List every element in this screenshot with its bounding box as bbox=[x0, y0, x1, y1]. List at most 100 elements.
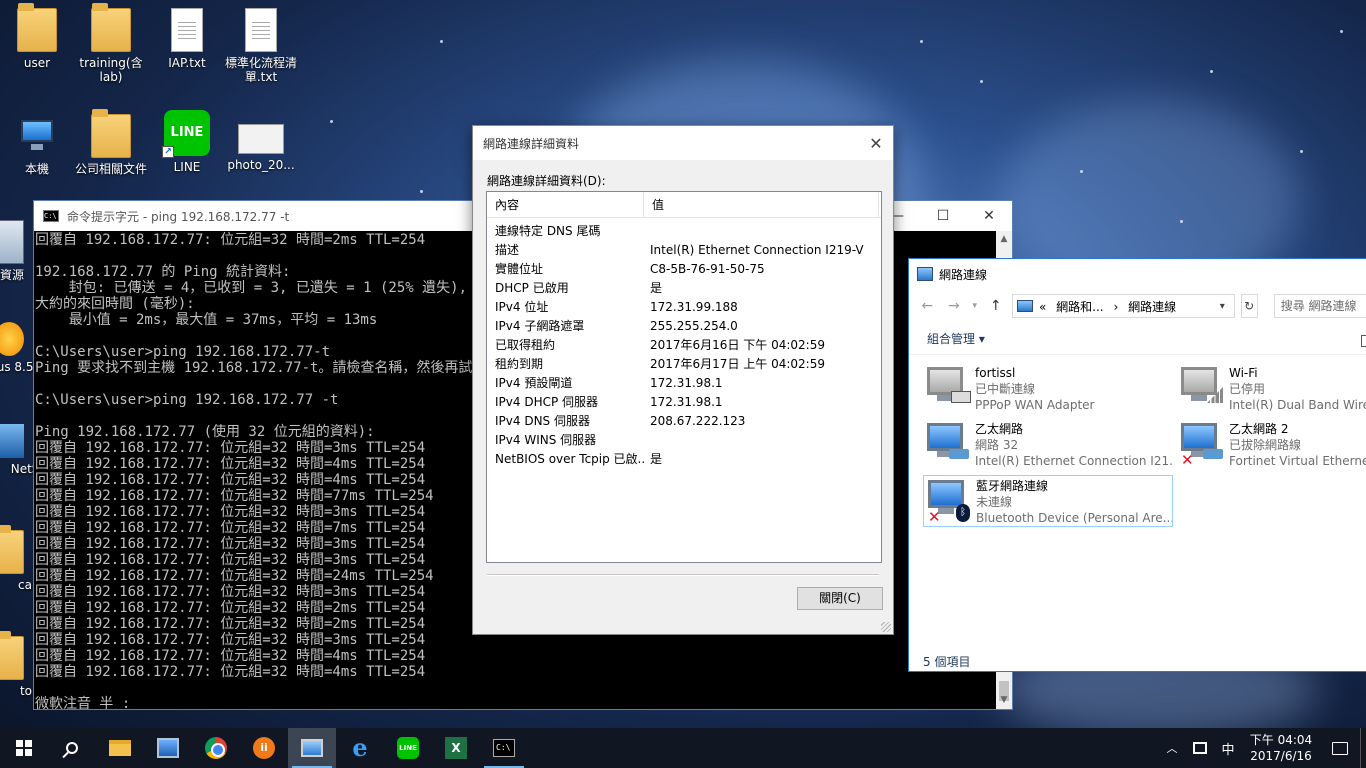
details-property: IPv4 WINS 伺服器 bbox=[495, 433, 597, 447]
details-row[interactable]: NetBIOS over Tcpip 已啟... 是 bbox=[487, 449, 881, 468]
user-folder-icon bbox=[17, 3, 57, 52]
scroll-up-icon[interactable]: ▲ bbox=[996, 231, 1012, 248]
details-listview[interactable]: 內容 值 連線特定 DNS 尾碼 描述 Intel(R) Ethernet Conn… bbox=[486, 191, 882, 563]
details-row[interactable]: IPv4 DHCP 伺服器 172.31.98.1 bbox=[487, 392, 881, 411]
cmd-icon: C:\ bbox=[493, 739, 515, 757]
refresh-icon[interactable]: ↻ bbox=[1240, 294, 1258, 318]
details-row[interactable]: DHCP 已啟用 是 bbox=[487, 278, 881, 297]
recycle-bin-icon bbox=[0, 220, 24, 264]
taskbar-cmd[interactable]: C:\ bbox=[480, 728, 528, 768]
tray-overflow-chevron-icon[interactable]: ︿ bbox=[1158, 740, 1186, 756]
details-row[interactable]: 實體位址 C8-5B-76-91-50-75 bbox=[487, 259, 881, 278]
forward-arrow-icon[interactable]: → bbox=[944, 298, 965, 314]
up-arrow-icon[interactable]: ↑ bbox=[985, 298, 1006, 314]
ii-app-icon: ii bbox=[253, 737, 275, 759]
desktop-icon-standard-process[interactable]: 標準化流程清單.txt bbox=[224, 8, 298, 84]
explorer-titlebar[interactable]: 網路連線 bbox=[909, 259, 1366, 289]
text-file-icon bbox=[171, 8, 203, 52]
details-property: IPv4 位址 bbox=[495, 300, 549, 314]
control-panel-icon bbox=[1016, 300, 1033, 312]
taskbar-edge[interactable]: e bbox=[336, 728, 384, 768]
address-bar-row: ← → ▾ ↑ « 網路和... › 網路連線 ▾ ↻ 搜尋 網路連線 bbox=[909, 289, 1366, 323]
console-line: 回覆自 192.168.172.77: 位元組=32 時間=4ms TTL=25… bbox=[35, 648, 426, 664]
desktop-icon-line[interactable]: LINE ↗ LINE bbox=[150, 110, 224, 174]
edge-icon: e bbox=[352, 733, 368, 762]
desktop-icon-company-docs[interactable]: 公司相關文件 bbox=[74, 109, 148, 176]
taskbar-control-panel[interactable] bbox=[288, 728, 336, 768]
network-connections-window[interactable]: 網路連線 ← → ▾ ↑ « 網路和... › 網路連線 ▾ ↻ 搜尋 網路連線… bbox=[908, 258, 1366, 672]
close-button[interactable]: ✕ bbox=[966, 201, 1012, 231]
details-row[interactable]: IPv4 子網路遮罩 255.255.254.0 bbox=[487, 316, 881, 335]
close-button[interactable]: 關閉(C) bbox=[797, 587, 883, 610]
ime-indicator[interactable]: 中 bbox=[1214, 739, 1242, 758]
details-row[interactable]: 連線特定 DNS 尾碼 bbox=[487, 221, 881, 240]
console-line: 回覆自 192.168.172.77: 位元組=32 時間=4ms TTL=25… bbox=[35, 664, 426, 680]
organize-menu-button[interactable]: 組合管理 ▾ bbox=[927, 330, 985, 347]
connection-wifi[interactable]: Wi-Fi 已停用 Intel(R) Dual Band Wirel bbox=[1177, 363, 1366, 415]
dialog-titlebar[interactable]: 網路連線詳細資料 ✕ bbox=[473, 126, 893, 160]
folder-icon bbox=[91, 3, 131, 52]
folder-icon bbox=[91, 109, 131, 158]
disconnected-x-icon: ✕ bbox=[928, 508, 941, 526]
resize-grip-icon[interactable] bbox=[881, 622, 891, 632]
scroll-down-icon[interactable]: ▼ bbox=[996, 692, 1012, 709]
details-row[interactable]: IPv4 位址 172.31.99.188 bbox=[487, 297, 881, 316]
taskbar-excel[interactable]: X bbox=[432, 728, 480, 768]
cmd-app-icon: C:\ bbox=[43, 210, 59, 222]
desktop-icon-this-pc[interactable]: 本機 bbox=[0, 114, 74, 176]
details-value: 208.67.222.123 bbox=[650, 413, 746, 428]
connection-bluetooth[interactable]: ᛒ ✕ 藍牙網路連線 未連線 Bluetooth Device (Personal A… bbox=[923, 475, 1173, 527]
desktop-icon-photo[interactable]: photo_20... bbox=[224, 114, 298, 172]
taskbar-ii-app[interactable]: ii bbox=[240, 728, 288, 768]
connection-ethernet[interactable]: 乙太網路 網路 32 Intel(R) Ethernet Connection I2… bbox=[923, 419, 1173, 471]
address-box[interactable]: « 網路和... › 網路連線 ▾ bbox=[1011, 294, 1235, 318]
column-header-value[interactable]: 值 bbox=[644, 192, 879, 217]
details-property: 租約到期 bbox=[495, 357, 544, 371]
taskbar-network[interactable] bbox=[144, 728, 192, 768]
details-value: 172.31.99.188 bbox=[650, 299, 738, 314]
excel-icon: X bbox=[445, 737, 467, 759]
address-path: « 網路和... › 網路連線 bbox=[1038, 299, 1177, 314]
details-row[interactable]: 描述 Intel(R) Ethernet Connection I219-V bbox=[487, 240, 881, 259]
start-button[interactable] bbox=[0, 728, 48, 768]
search-button[interactable] bbox=[48, 728, 96, 768]
taskbar-chrome[interactable] bbox=[192, 728, 240, 768]
details-row[interactable]: 租約到期 2017年6月17日 上午 04:02:59 bbox=[487, 354, 881, 373]
details-row[interactable]: IPv4 WINS 伺服器 bbox=[487, 430, 881, 449]
folder-icon bbox=[0, 631, 24, 680]
line-icon: LINE bbox=[397, 737, 419, 759]
breadcrumb-connections[interactable]: 網路連線 bbox=[1128, 300, 1176, 314]
connection-fortissl[interactable]: fortissl 已中斷連線 PPPoP WAN Adapter bbox=[923, 363, 1173, 415]
desktop-icon-training[interactable]: training(含lab) bbox=[74, 3, 148, 84]
network-details-dialog[interactable]: 網路連線詳細資料 ✕ 網路連線詳細資料(D): 內容 值 連線特定 DNS 尾碼… bbox=[472, 125, 894, 635]
netscan-icon bbox=[0, 424, 24, 458]
network-status-icon[interactable] bbox=[1186, 742, 1214, 754]
maximize-button[interactable]: ☐ bbox=[920, 201, 966, 231]
breadcrumb-network[interactable]: 網路和... bbox=[1056, 300, 1103, 314]
back-arrow-icon[interactable]: ← bbox=[917, 298, 938, 314]
connection-ethernet-2[interactable]: ✕ 乙太網路 2 已拔除網路線 Fortinet Virtual Ethernet bbox=[1177, 419, 1366, 471]
clock[interactable]: 下午 04:04 2017/6/16 bbox=[1242, 732, 1320, 764]
action-center-icon[interactable] bbox=[1320, 741, 1360, 755]
show-desktop-button[interactable] bbox=[1360, 728, 1366, 768]
address-dropdown-icon[interactable]: ▾ bbox=[1220, 301, 1234, 312]
control-panel-icon bbox=[301, 739, 323, 757]
details-property: 已取得租約 bbox=[495, 338, 556, 352]
disconnected-x-icon: ✕ bbox=[1181, 451, 1194, 469]
explorer-title: 網路連線 bbox=[939, 267, 988, 282]
taskbar-line[interactable]: LINE bbox=[384, 728, 432, 768]
search-input[interactable]: 搜尋 網路連線 bbox=[1273, 294, 1366, 318]
details-row[interactable]: IPv4 DNS 伺服器 208.67.222.123 bbox=[487, 411, 881, 430]
recent-dropdown-icon[interactable]: ▾ bbox=[970, 301, 979, 311]
desktop-icon-iap-txt[interactable]: IAP.txt bbox=[150, 8, 224, 70]
details-row[interactable]: IPv4 預設閘道 172.31.98.1 bbox=[487, 373, 881, 392]
column-header-property[interactable]: 內容 bbox=[487, 192, 644, 217]
desktop-icon-user[interactable]: user bbox=[0, 3, 74, 70]
details-value: Intel(R) Ethernet Connection I219-V bbox=[650, 242, 864, 257]
taskbar-file-explorer[interactable] bbox=[96, 728, 144, 768]
details-row[interactable]: 已取得租約 2017年6月16日 下午 04:02:59 bbox=[487, 335, 881, 354]
clock-date: 2017/6/16 bbox=[1250, 749, 1312, 763]
dialog-close-icon[interactable]: ✕ bbox=[859, 134, 893, 153]
view-pane-icon[interactable] bbox=[1361, 335, 1366, 347]
